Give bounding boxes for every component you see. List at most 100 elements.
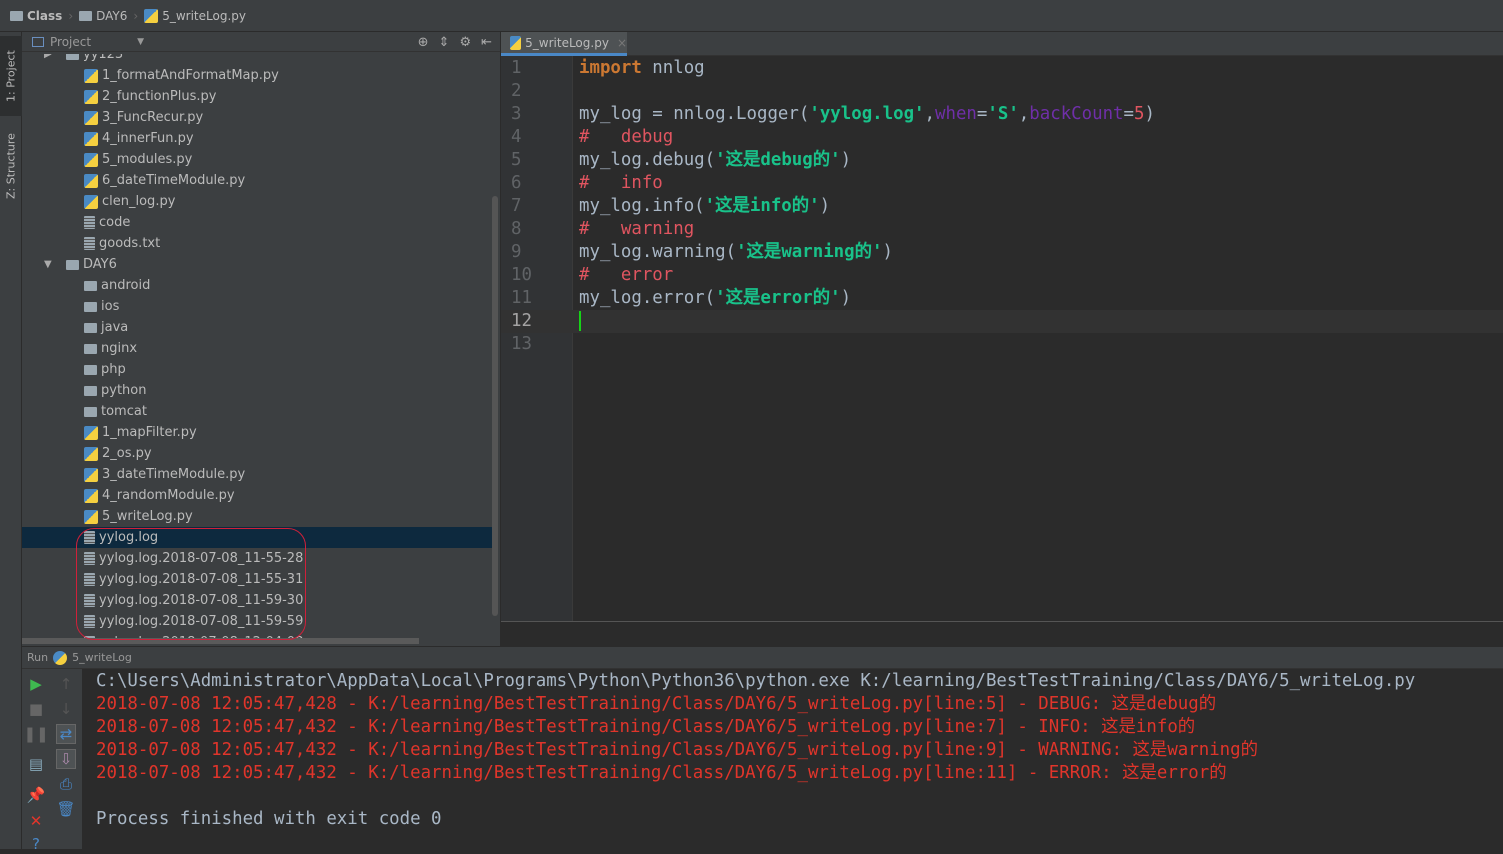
code-line[interactable]: 2 (501, 80, 1503, 103)
tree-item-label: php (101, 362, 126, 377)
folder-icon (10, 10, 23, 21)
tree-item[interactable]: java (22, 317, 492, 338)
breadcrumb-class[interactable]: Class (10, 9, 62, 23)
tree-item[interactable]: goods.txt (22, 233, 492, 254)
hide-icon[interactable]: ⇤ (481, 35, 492, 50)
python-file-icon (510, 35, 522, 50)
code-line[interactable]: 1 import nnlog (501, 57, 1503, 80)
tree-horizontal-scrollbar[interactable] (22, 638, 419, 644)
code-text: my_log = nnlog.Logger('yylog.log',when='… (579, 103, 1155, 126)
soft-wrap-icon[interactable]: ⇄ (56, 724, 76, 744)
tree-item[interactable]: python (22, 380, 492, 401)
tree-item[interactable]: 2_functionPlus.py (22, 86, 492, 107)
code-line[interactable]: 10 # error (501, 264, 1503, 287)
python-file-icon (84, 488, 98, 503)
tab-structure[interactable]: Z: Structure (0, 124, 22, 208)
code-editor[interactable]: 1 import nnlog 2 3 my_log = nnlog.Logger('yy… (501, 56, 1503, 621)
folder-icon (79, 10, 93, 21)
tree-item[interactable]: yylog.log.2018-07-08_11-59-30 (22, 590, 492, 611)
run-console[interactable]: C:\Users\Administrator\AppData\Local\Pro… (82, 669, 1503, 849)
python-file-icon (84, 152, 98, 167)
code-line[interactable]: 7 my_log.info('这是info的') (501, 195, 1503, 218)
gear-icon[interactable]: ⚙ (459, 35, 471, 50)
tree-item[interactable]: 5_modules.py (22, 149, 492, 170)
pin-icon[interactable]: 📌 (26, 785, 46, 805)
code-line[interactable]: 9 my_log.warning('这是warning的') (501, 241, 1503, 264)
locate-icon[interactable]: ⊕ (418, 35, 429, 50)
code-line[interactable]: 12 (501, 310, 1503, 333)
python-file-icon (84, 446, 98, 461)
up-arrow-icon[interactable]: ↑ (56, 674, 76, 694)
tree-item-label: 3_FuncRecur.py (102, 110, 204, 125)
folder-icon (66, 54, 79, 60)
tree-item[interactable]: ▼ DAY6 (22, 254, 492, 275)
console-line: 2018-07-08 12:05:47,432 - K:/learning/Be… (96, 717, 1196, 737)
python-icon (53, 650, 68, 665)
chevron-right-icon[interactable]: ▶ (44, 54, 54, 60)
chevron-down-icon[interactable]: ▼ (137, 37, 144, 47)
code-line[interactable]: 8 # warning (501, 218, 1503, 241)
stop-icon[interactable]: ■ (26, 699, 46, 719)
tab-project[interactable]: 1: Project (0, 36, 22, 116)
code-token: , (1018, 104, 1030, 124)
line-number: 9 (511, 242, 522, 262)
code-line[interactable]: 4 # debug (501, 126, 1503, 149)
code-token: ) (882, 242, 893, 262)
tree-item[interactable]: yylog.log (22, 527, 492, 548)
run-config-name: 5_writeLog (72, 651, 132, 664)
tree-item[interactable]: 6_dateTimeModule.py (22, 170, 492, 191)
trash-icon[interactable]: 🗑 (56, 799, 76, 819)
tree-item[interactable]: clen_log.py (22, 191, 492, 212)
code-text: # warning (579, 218, 694, 241)
scroll-to-end-icon[interactable]: ⇩ (56, 749, 76, 769)
breadcrumb-file[interactable]: 5_writeLog.py (144, 8, 246, 23)
file-icon (84, 552, 95, 565)
print-icon[interactable]: ⎙ (56, 774, 76, 794)
tree-item[interactable]: ios (22, 296, 492, 317)
tree-item[interactable]: 3_dateTimeModule.py (22, 464, 492, 485)
run-panel-header: Run 5_writeLog (22, 647, 1503, 669)
tree-item[interactable]: yylog.log.2018-07-08_11-55-31 (22, 569, 492, 590)
line-number: 13 (511, 334, 532, 354)
tree-item[interactable]: yylog.log.2018-07-08_11-59-59 (22, 611, 492, 632)
code-line[interactable]: 3 my_log = nnlog.Logger('yylog.log',when=… (501, 103, 1503, 126)
tree-item[interactable]: 4_randomModule.py (22, 485, 492, 506)
tree-item[interactable]: yylog.log.2018-07-08_11-55-28 (22, 548, 492, 569)
code-line[interactable]: 13 (501, 333, 1503, 356)
python-file-icon (84, 425, 98, 440)
tab-5-writelog[interactable]: 5_writeLog.py × (501, 32, 627, 56)
code-token: my_log.warning( (579, 242, 737, 262)
line-number: 12 (511, 311, 532, 331)
tree-item[interactable]: 1_mapFilter.py (22, 422, 492, 443)
tree-item[interactable]: 4_innerFun.py (22, 128, 492, 149)
collapse-icon[interactable]: ⇕ (439, 35, 450, 50)
code-line[interactable]: 11 my_log.error('这是error的') (501, 287, 1503, 310)
code-line[interactable]: 5 my_log.debug('这是debug的') (501, 149, 1503, 172)
down-arrow-icon[interactable]: ↓ (56, 699, 76, 719)
editor-tab-bar: 5_writeLog.py × (501, 32, 1503, 56)
tree-item[interactable]: 5_writeLog.py (22, 506, 492, 527)
close-icon[interactable]: ✕ (26, 811, 46, 831)
tree-item-label: 1_formatAndFormatMap.py (102, 68, 279, 83)
breadcrumb-day6[interactable]: DAY6 (79, 9, 127, 23)
chevron-down-icon[interactable]: ▼ (44, 259, 54, 270)
tree-item[interactable]: 2_os.py (22, 443, 492, 464)
tree-item[interactable]: 3_FuncRecur.py (22, 107, 492, 128)
tree-item[interactable]: code (22, 212, 492, 233)
close-icon[interactable]: × (617, 36, 627, 50)
pause-icon[interactable]: ❚❚ (23, 724, 48, 744)
dump-threads-icon[interactable]: ▤ (26, 754, 46, 774)
tree-vertical-scrollbar[interactable] (492, 196, 498, 616)
tree-item[interactable]: android (22, 275, 492, 296)
project-view-selector[interactable]: Project (50, 35, 91, 49)
line-number: 4 (511, 127, 522, 147)
tree-item[interactable]: ▶ yy123 (22, 54, 492, 65)
tree-item[interactable]: tomcat (22, 401, 492, 422)
tree-item[interactable]: 1_formatAndFormatMap.py (22, 65, 492, 86)
code-line[interactable]: 6 # info (501, 172, 1503, 195)
tree-item[interactable]: php (22, 359, 492, 380)
rerun-icon[interactable]: ▶ (26, 674, 46, 694)
tree-item[interactable]: nginx (22, 338, 492, 359)
help-icon[interactable]: ? (26, 834, 46, 854)
code-text (579, 310, 581, 333)
